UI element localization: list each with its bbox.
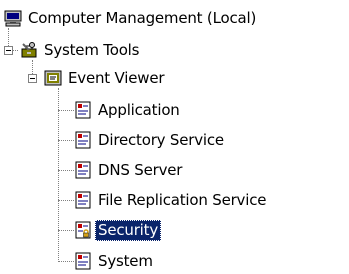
tree-node-computer-management[interactable]: Computer Management (Local) bbox=[4, 6, 259, 30]
tree-node-log-application[interactable]: Application bbox=[74, 98, 183, 122]
collapse-toggle-system-tools[interactable] bbox=[4, 46, 13, 55]
tree-guide-line bbox=[58, 88, 59, 262]
console-tree: Computer Management (Local) System Tools… bbox=[0, 0, 349, 273]
tree-node-log-dns-server[interactable]: DNS Server bbox=[74, 158, 185, 182]
event-log-icon bbox=[74, 161, 92, 179]
event-log-icon bbox=[74, 101, 92, 119]
tree-node-log-system[interactable]: System bbox=[74, 249, 156, 273]
tree-node-label: File Replication Service bbox=[98, 190, 267, 209]
event-log-icon bbox=[74, 191, 92, 209]
computer-icon bbox=[4, 9, 22, 27]
tree-guide-line bbox=[58, 110, 74, 111]
tree-guide-line bbox=[58, 140, 74, 141]
security-log-icon bbox=[74, 221, 92, 239]
tree-node-label: Directory Service bbox=[98, 130, 224, 149]
tree-node-label: Application bbox=[98, 100, 180, 119]
tree-node-label: System bbox=[98, 251, 153, 270]
tree-guide-line bbox=[58, 261, 74, 262]
tree-node-label: Event Viewer bbox=[68, 68, 165, 87]
tree-guide-line bbox=[58, 230, 74, 231]
event-viewer-icon bbox=[44, 69, 62, 87]
tree-guide-line bbox=[58, 170, 74, 171]
tree-node-log-security[interactable]: Security bbox=[74, 218, 161, 242]
toolbox-icon bbox=[20, 41, 38, 59]
tree-node-log-directory-service[interactable]: Directory Service bbox=[74, 128, 227, 152]
tree-node-label: DNS Server bbox=[98, 160, 183, 179]
tree-guide-line bbox=[58, 200, 74, 201]
tree-guide-line bbox=[32, 60, 33, 74]
tree-node-system-tools[interactable]: System Tools bbox=[20, 38, 142, 62]
tree-node-label: Security bbox=[95, 219, 161, 241]
tree-node-event-viewer[interactable]: Event Viewer bbox=[44, 66, 167, 90]
collapse-toggle-event-viewer[interactable] bbox=[28, 74, 37, 83]
tree-node-label: System Tools bbox=[44, 40, 140, 59]
tree-node-label: Computer Management (Local) bbox=[28, 8, 257, 27]
event-log-icon bbox=[74, 252, 92, 270]
event-log-icon bbox=[74, 131, 92, 149]
tree-node-log-file-replication-service[interactable]: File Replication Service bbox=[74, 188, 269, 212]
